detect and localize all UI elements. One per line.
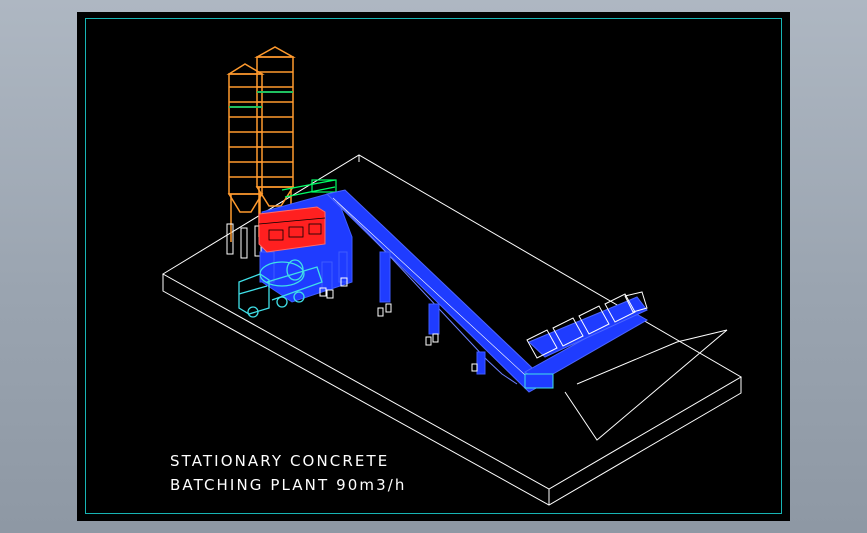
- drawing-title-line-1: STATIONARY CONCRETE: [170, 452, 390, 470]
- drawing-title-line-2: BATCHING PLANT 90m3/h: [170, 476, 407, 494]
- control-cabin-icon: [258, 206, 326, 253]
- plant-drawing: [162, 46, 742, 506]
- drawing-sheet: STATIONARY CONCRETE BATCHING PLANT 90m3/…: [77, 12, 790, 521]
- silo-band: [229, 91, 293, 108]
